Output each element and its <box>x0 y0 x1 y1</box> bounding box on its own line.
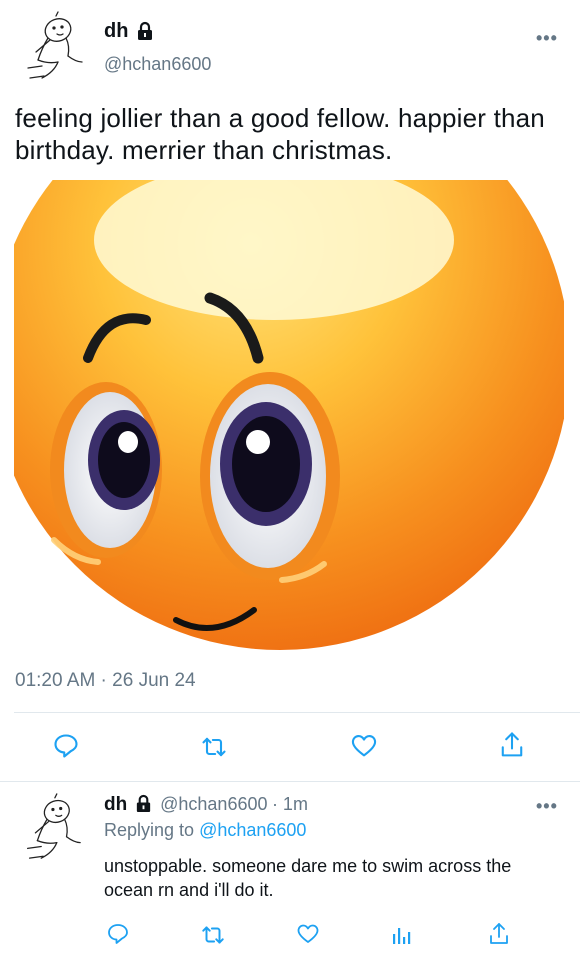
reply-time: · 1m <box>271 794 308 814</box>
left-eye <box>50 382 162 558</box>
reply-more-options-icon[interactable]: ••• <box>536 796 558 817</box>
reply-author-name[interactable]: dh <box>104 794 127 815</box>
replying-prefix: Replying to <box>104 820 195 840</box>
more-options-icon[interactable]: ••• <box>536 28 558 49</box>
author-name-row: dh <box>104 20 155 43</box>
replying-to: Replying to @hchan6600 <box>104 820 306 841</box>
like-icon[interactable] <box>296 922 320 946</box>
share-icon[interactable] <box>487 921 511 947</box>
author-name[interactable]: dh <box>104 20 128 42</box>
tweet-timestamp[interactable]: 01:20 AM · 26 Jun 24 <box>15 670 196 692</box>
lock-icon <box>136 795 150 813</box>
tweet-image[interactable] <box>0 70 570 655</box>
reply-author-avatar[interactable] <box>14 792 86 864</box>
tweet-text: feeling jollier than a good fellow. happ… <box>15 103 545 165</box>
analytics-icon[interactable] <box>390 923 414 947</box>
author-avatar[interactable] <box>14 10 88 84</box>
like-icon[interactable] <box>350 732 378 760</box>
lock-icon <box>137 21 152 40</box>
reply-author-handle[interactable]: @hchan6600 <box>160 794 267 814</box>
author-handle[interactable]: @hchan6600 <box>104 54 211 75</box>
right-eye <box>200 372 340 580</box>
reply-text: unstoppable. someone dare me to swim acr… <box>104 856 512 900</box>
reply-icon[interactable] <box>106 922 130 946</box>
reply-header: dh @hchan6600 · 1m <box>104 794 308 816</box>
share-icon[interactable] <box>498 730 526 760</box>
retweet-icon[interactable] <box>200 923 226 947</box>
reply-icon[interactable] <box>52 732 80 760</box>
divider <box>0 781 580 782</box>
retweet-icon[interactable] <box>200 734 228 760</box>
divider <box>14 712 580 713</box>
replying-to-link[interactable]: @hchan6600 <box>199 820 306 840</box>
